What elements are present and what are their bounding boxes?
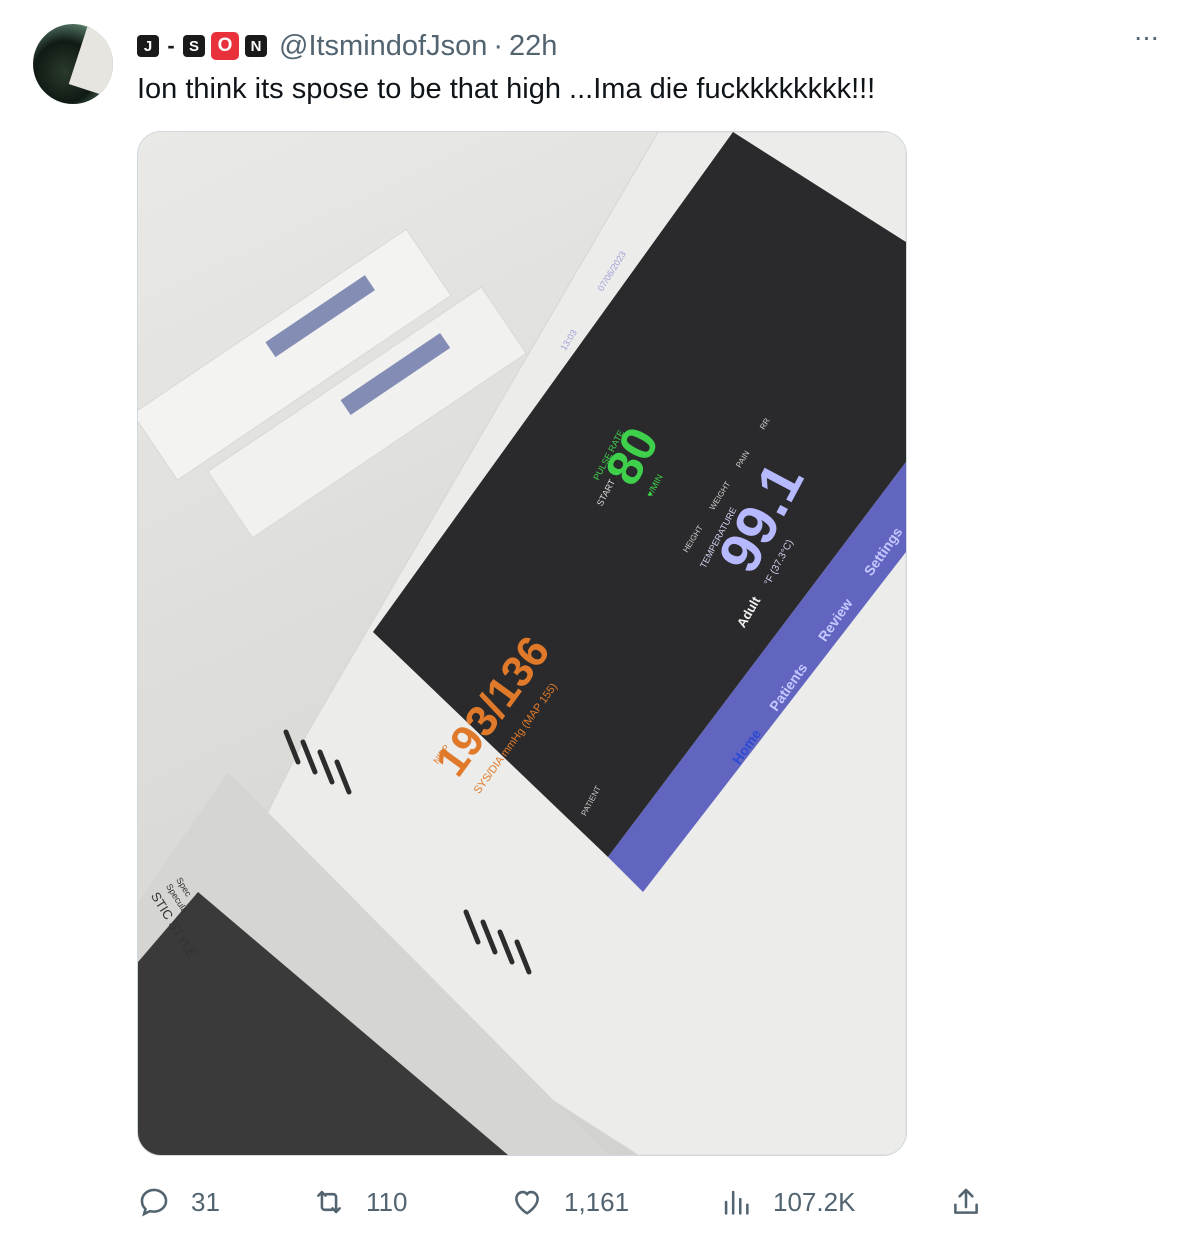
user-handle[interactable]: @ItsmindofJson bbox=[279, 30, 487, 63]
name-badge-o[interactable]: O bbox=[211, 32, 239, 60]
more-options-icon[interactable]: ··· bbox=[1128, 23, 1164, 56]
tweet-header: J - S O N @ItsmindofJson · 22h bbox=[137, 28, 557, 64]
retweet-icon bbox=[317, 1190, 341, 1214]
name-badge-j[interactable]: J bbox=[137, 35, 159, 57]
timestamp[interactable]: 22h bbox=[509, 30, 557, 63]
avatar[interactable] bbox=[33, 24, 113, 104]
heart-icon bbox=[515, 1190, 539, 1215]
like-count: 1,161 bbox=[564, 1186, 630, 1217]
share-icon bbox=[954, 1188, 978, 1214]
retweet-button[interactable]: 110 bbox=[312, 1180, 407, 1224]
name-badge-n[interactable]: N bbox=[245, 35, 267, 57]
retweet-count: 110 bbox=[366, 1186, 408, 1217]
tweet-text: Ion think its spose to be that high ...I… bbox=[137, 73, 876, 105]
name-badge-dash[interactable]: - bbox=[165, 33, 177, 58]
view-count: 107.2K bbox=[773, 1186, 856, 1217]
tweet-actions: 31 110 1,161 107.2K bbox=[137, 1180, 997, 1224]
tweet-image[interactable]: PLEASE CLEAR BOARD WHEN FINISHED 193/136… bbox=[137, 131, 907, 1156]
vitals-monitor-photo: PLEASE CLEAR BOARD WHEN FINISHED 193/136… bbox=[138, 132, 906, 1155]
analytics-icon bbox=[724, 1190, 749, 1215]
reply-button[interactable]: 31 bbox=[137, 1180, 220, 1224]
separator: · bbox=[493, 29, 504, 62]
views-button[interactable]: 107.2K bbox=[719, 1180, 855, 1224]
reply-count: 31 bbox=[191, 1186, 220, 1217]
name-badge-s[interactable]: S bbox=[183, 35, 205, 57]
like-button[interactable]: 1,161 bbox=[510, 1180, 629, 1224]
reply-icon bbox=[140, 1188, 168, 1217]
share-button[interactable] bbox=[949, 1180, 1003, 1224]
